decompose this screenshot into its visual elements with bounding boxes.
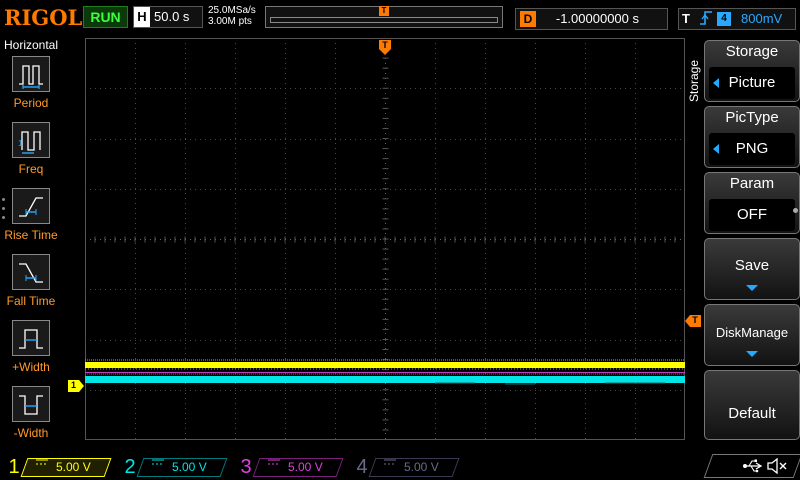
channel-scale: 5.00 V [288,460,323,474]
delay-value: -1.00000000 s [555,11,639,26]
measure-label: Rise Time [4,228,58,242]
ch2-trace [85,376,685,383]
channel-scale: 5.00 V [404,460,439,474]
measurement-panel: Horizontal Period 1 Freq Rise Time Fall … [0,36,62,448]
measure-label: Period [13,96,49,110]
memory-window [270,17,498,23]
dc-coupling-icon [384,458,396,469]
storage-type-button[interactable]: Storage Picture [704,40,800,102]
arrow-left-icon [713,144,719,154]
menu-title: Storage [686,42,702,122]
ch1-ground-marker[interactable]: 1 [68,379,84,392]
disk-manage-button[interactable]: DiskManage [704,304,800,366]
usb-icon [743,459,763,473]
save-button[interactable]: Save [704,238,800,300]
button-title: Param [729,175,775,192]
button-title: PicType [725,109,779,126]
save-label: Save [734,257,770,274]
channel-3-tab[interactable]: 3 5.00 V [236,456,344,478]
disk-manage-label: DiskManage [715,325,789,340]
measure-label: Fall Time [6,294,56,308]
measurement-panel-title: Horizontal [3,38,59,52]
pic-type-value: PNG [709,133,795,165]
memory-depth: 3.00M pts [208,16,252,27]
button-title: Storage [725,43,779,60]
delay-letter: D [520,11,536,27]
measure-label: +Width [12,360,50,374]
arrow-down-icon [746,285,758,291]
rigol-logo: RIGOL [4,5,83,30]
arrow-down-icon [746,351,758,357]
channel-1-tab[interactable]: 1 5.00 V [4,456,112,478]
waveform-grid [84,37,686,440]
channel-bar: 1 5.00 V 2 5.00 V 3 5.00 V 4 5.00 V [0,450,800,480]
period-icon [12,56,50,92]
horizontal-timebase[interactable]: H 50.0 s [133,6,203,28]
trigger-source: 4 [717,12,731,26]
param-button[interactable]: Param OFF [704,172,800,234]
measure-label: Freq [18,162,44,176]
measure-label: -Width [13,426,49,440]
positive-width-icon [12,320,50,356]
param-value: OFF [709,199,795,231]
default-label: Default [728,405,776,422]
measure-positive-width[interactable]: +Width [0,320,62,382]
trigger-position-marker[interactable]: T [379,40,391,56]
menu-title-text: Storage [687,59,701,103]
ch1-ground-label: 1 [70,380,76,390]
memory-position-bar[interactable]: T [265,6,503,28]
frequency-icon: 1 [12,122,50,158]
rising-edge-icon [699,9,713,32]
measure-fall-time[interactable]: Fall Time [0,254,62,316]
dc-coupling-icon [36,458,48,469]
storage-menu: Storage Storage Picture PicType PNG Para… [686,36,800,448]
negative-width-icon [12,386,50,422]
horizontal-delay[interactable]: D -1.00000000 s [515,8,668,30]
measure-frequency[interactable]: 1 Freq [0,122,62,184]
system-status-area [703,454,800,478]
channel-2-tab[interactable]: 2 5.00 V [120,456,228,478]
channel-scale: 5.00 V [56,460,91,474]
storage-type-value: Picture [709,67,795,99]
trigger-position-label: T [382,40,388,50]
sample-rate: 25.0MSa/s [208,5,256,16]
menu-indicator-dot [793,208,798,213]
channel-4-tab[interactable]: 4 5.00 V [352,456,460,478]
run-status-badge[interactable]: RUN [83,6,128,28]
trigger-level: 800mV [741,11,783,26]
pic-type-button[interactable]: PicType PNG [704,106,800,168]
measure-rise-time[interactable]: Rise Time [0,188,62,250]
measure-period[interactable]: Period [0,56,62,118]
trigger-letter: T [682,11,690,26]
trigger-position-marker: T [379,6,389,16]
channel-scale: 5.00 V [172,460,207,474]
dc-coupling-icon [268,458,280,469]
acquisition-info: 25.0MSa/s 3.00M pts [208,5,256,27]
speaker-muted-icon[interactable] [766,458,788,474]
fall-time-icon [12,254,50,290]
arrow-left-icon [713,78,719,88]
ch1-trace [85,362,685,368]
timebase-value: 50.0 s [154,9,190,24]
dc-coupling-icon [152,458,164,469]
rise-time-icon [12,188,50,224]
trigger-status[interactable]: T 4 800mV [678,8,796,30]
svg-text:1: 1 [18,139,23,148]
measure-negative-width[interactable]: -Width [0,386,62,448]
waveform-display[interactable] [84,37,686,440]
top-status-bar: RIGOL RUN H 50.0 s 25.0MSa/s 3.00M pts T… [0,0,800,36]
horizontal-letter: H [134,7,150,27]
default-button[interactable]: Default [704,370,800,440]
